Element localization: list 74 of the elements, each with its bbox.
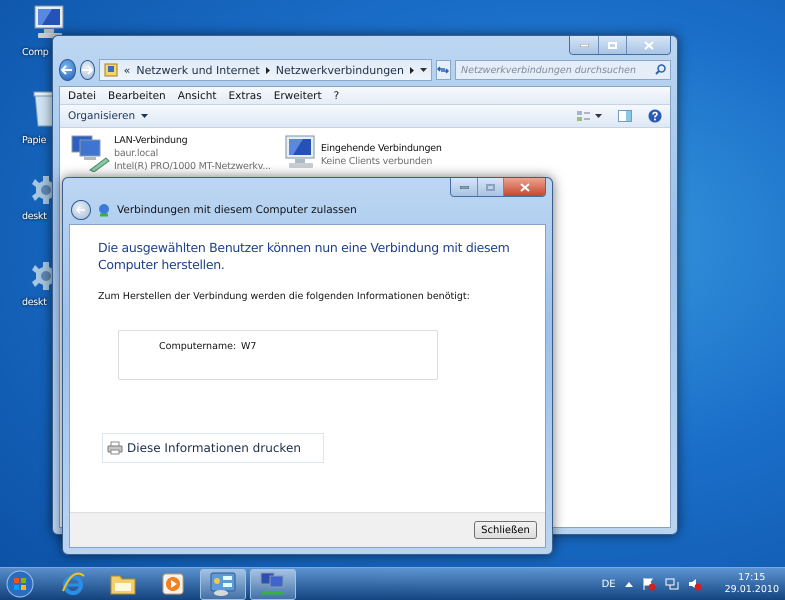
back-button[interactable]	[59, 59, 76, 81]
maximize-button[interactable]	[477, 178, 503, 196]
maximize-button[interactable]	[598, 36, 626, 54]
desktop-icon-label[interactable]: Comp	[22, 47, 49, 58]
forward-button[interactable]	[80, 60, 95, 80]
desktop-icon-label[interactable]: Papie	[22, 135, 46, 146]
close-icon	[644, 40, 654, 50]
menu-item[interactable]: Erweitert	[268, 90, 328, 102]
menu-item[interactable]: Extras	[222, 90, 268, 102]
breadcrumb[interactable]: Netzwerkverbindungen	[276, 64, 404, 76]
connection-detail: Keine Clients verbunden	[320, 155, 434, 168]
maximize-icon	[486, 184, 495, 190]
clock-date: 29.01.2010	[724, 584, 779, 596]
connection-detail: Intel(R) PRO/1000 MT-Netzwerkv...	[114, 160, 271, 173]
dialog-heading: Die ausgewählten Benutzer können nun eine Verbindung mit diesem Computer herstellen.	[98, 239, 511, 273]
back-arrow-icon	[61, 65, 74, 75]
desktop-icon-label[interactable]: deskt	[22, 297, 47, 308]
dropdown-arrow-icon	[420, 68, 427, 72]
network-computers-icon	[70, 134, 110, 172]
back-button[interactable]	[71, 200, 91, 220]
forward-arrow-icon	[81, 65, 94, 75]
search-field[interactable]: Netzwerkverbindungen durchsuchen	[455, 60, 672, 80]
minimize-button[interactable]	[451, 178, 477, 196]
connection-name: LAN-Verbindung	[114, 134, 188, 147]
view-options-icon[interactable]	[576, 110, 602, 122]
control-panel-icon	[209, 571, 237, 597]
address-bar[interactable]: « Netzwerk und Internet Netzwerkverbindungen	[98, 59, 432, 81]
taskbar-button[interactable]	[250, 568, 296, 600]
printer-icon	[107, 441, 123, 455]
computer-icon	[282, 134, 317, 170]
connection-item[interactable]: Eingehende Verbindungen Keine Clients verbunden	[282, 134, 463, 173]
organize-button[interactable]: Organisieren	[68, 110, 148, 122]
menu-item[interactable]: Ansicht	[172, 90, 222, 102]
close-button[interactable]	[626, 36, 670, 54]
back-arrow-icon	[76, 206, 86, 214]
menu-item[interactable]: ?	[328, 90, 346, 102]
minimize-button[interactable]	[570, 36, 598, 54]
dropdown-arrow-icon	[141, 114, 148, 118]
search-icon	[655, 64, 666, 75]
language-indicator[interactable]: DE	[602, 578, 616, 590]
media-player-icon	[161, 572, 185, 596]
chevron-icon	[266, 66, 270, 74]
chevron-icon	[410, 66, 414, 74]
print-link[interactable]: Diese Informationen drucken	[102, 433, 324, 463]
minimize-icon	[580, 44, 588, 46]
menu-item[interactable]: Datei	[62, 90, 102, 102]
help-icon[interactable]	[648, 109, 662, 123]
refresh-icon	[437, 65, 450, 75]
field-value: W7	[241, 341, 258, 352]
clock-time: 17:15	[738, 572, 766, 584]
menu-item[interactable]: Bearbeiten	[102, 90, 172, 102]
connection-item[interactable]: LAN-Verbindung baur.local Intel(R) PRO/1000 MT-Netzwerkv...	[70, 134, 271, 173]
speaker-icon[interactable]	[688, 577, 702, 591]
close-dialog-button[interactable]: Schließen	[474, 521, 537, 539]
breadcrumb[interactable]: Netzwerk und Internet	[136, 64, 260, 76]
connection-detail: baur.local	[114, 147, 160, 160]
taskbar-button[interactable]	[200, 568, 246, 600]
minimize-icon	[460, 186, 468, 188]
dialog-title: Verbindungen mit diesem Computer zulassen	[117, 204, 357, 216]
computer-icon	[32, 4, 66, 40]
breadcrumb-overflow[interactable]: «	[124, 64, 130, 76]
show-hidden-icons-arrow[interactable]	[624, 582, 633, 586]
field-label: Computername:	[159, 341, 238, 352]
info-text: Zum Herstellen der Verbindung werden die folgenden Informationen benötigt:	[98, 291, 471, 302]
maximize-icon	[608, 42, 617, 48]
refresh-button[interactable]	[436, 60, 452, 80]
flag-icon[interactable]	[642, 577, 656, 591]
close-icon	[520, 182, 530, 192]
preview-pane-icon[interactable]	[618, 110, 632, 122]
browser-icon	[60, 571, 86, 597]
close-button[interactable]	[503, 178, 545, 196]
connection-name: Eingehende Verbindungen	[320, 142, 442, 155]
desktop-icon-label[interactable]: deskt	[22, 211, 47, 222]
network-icon[interactable]	[664, 577, 679, 591]
